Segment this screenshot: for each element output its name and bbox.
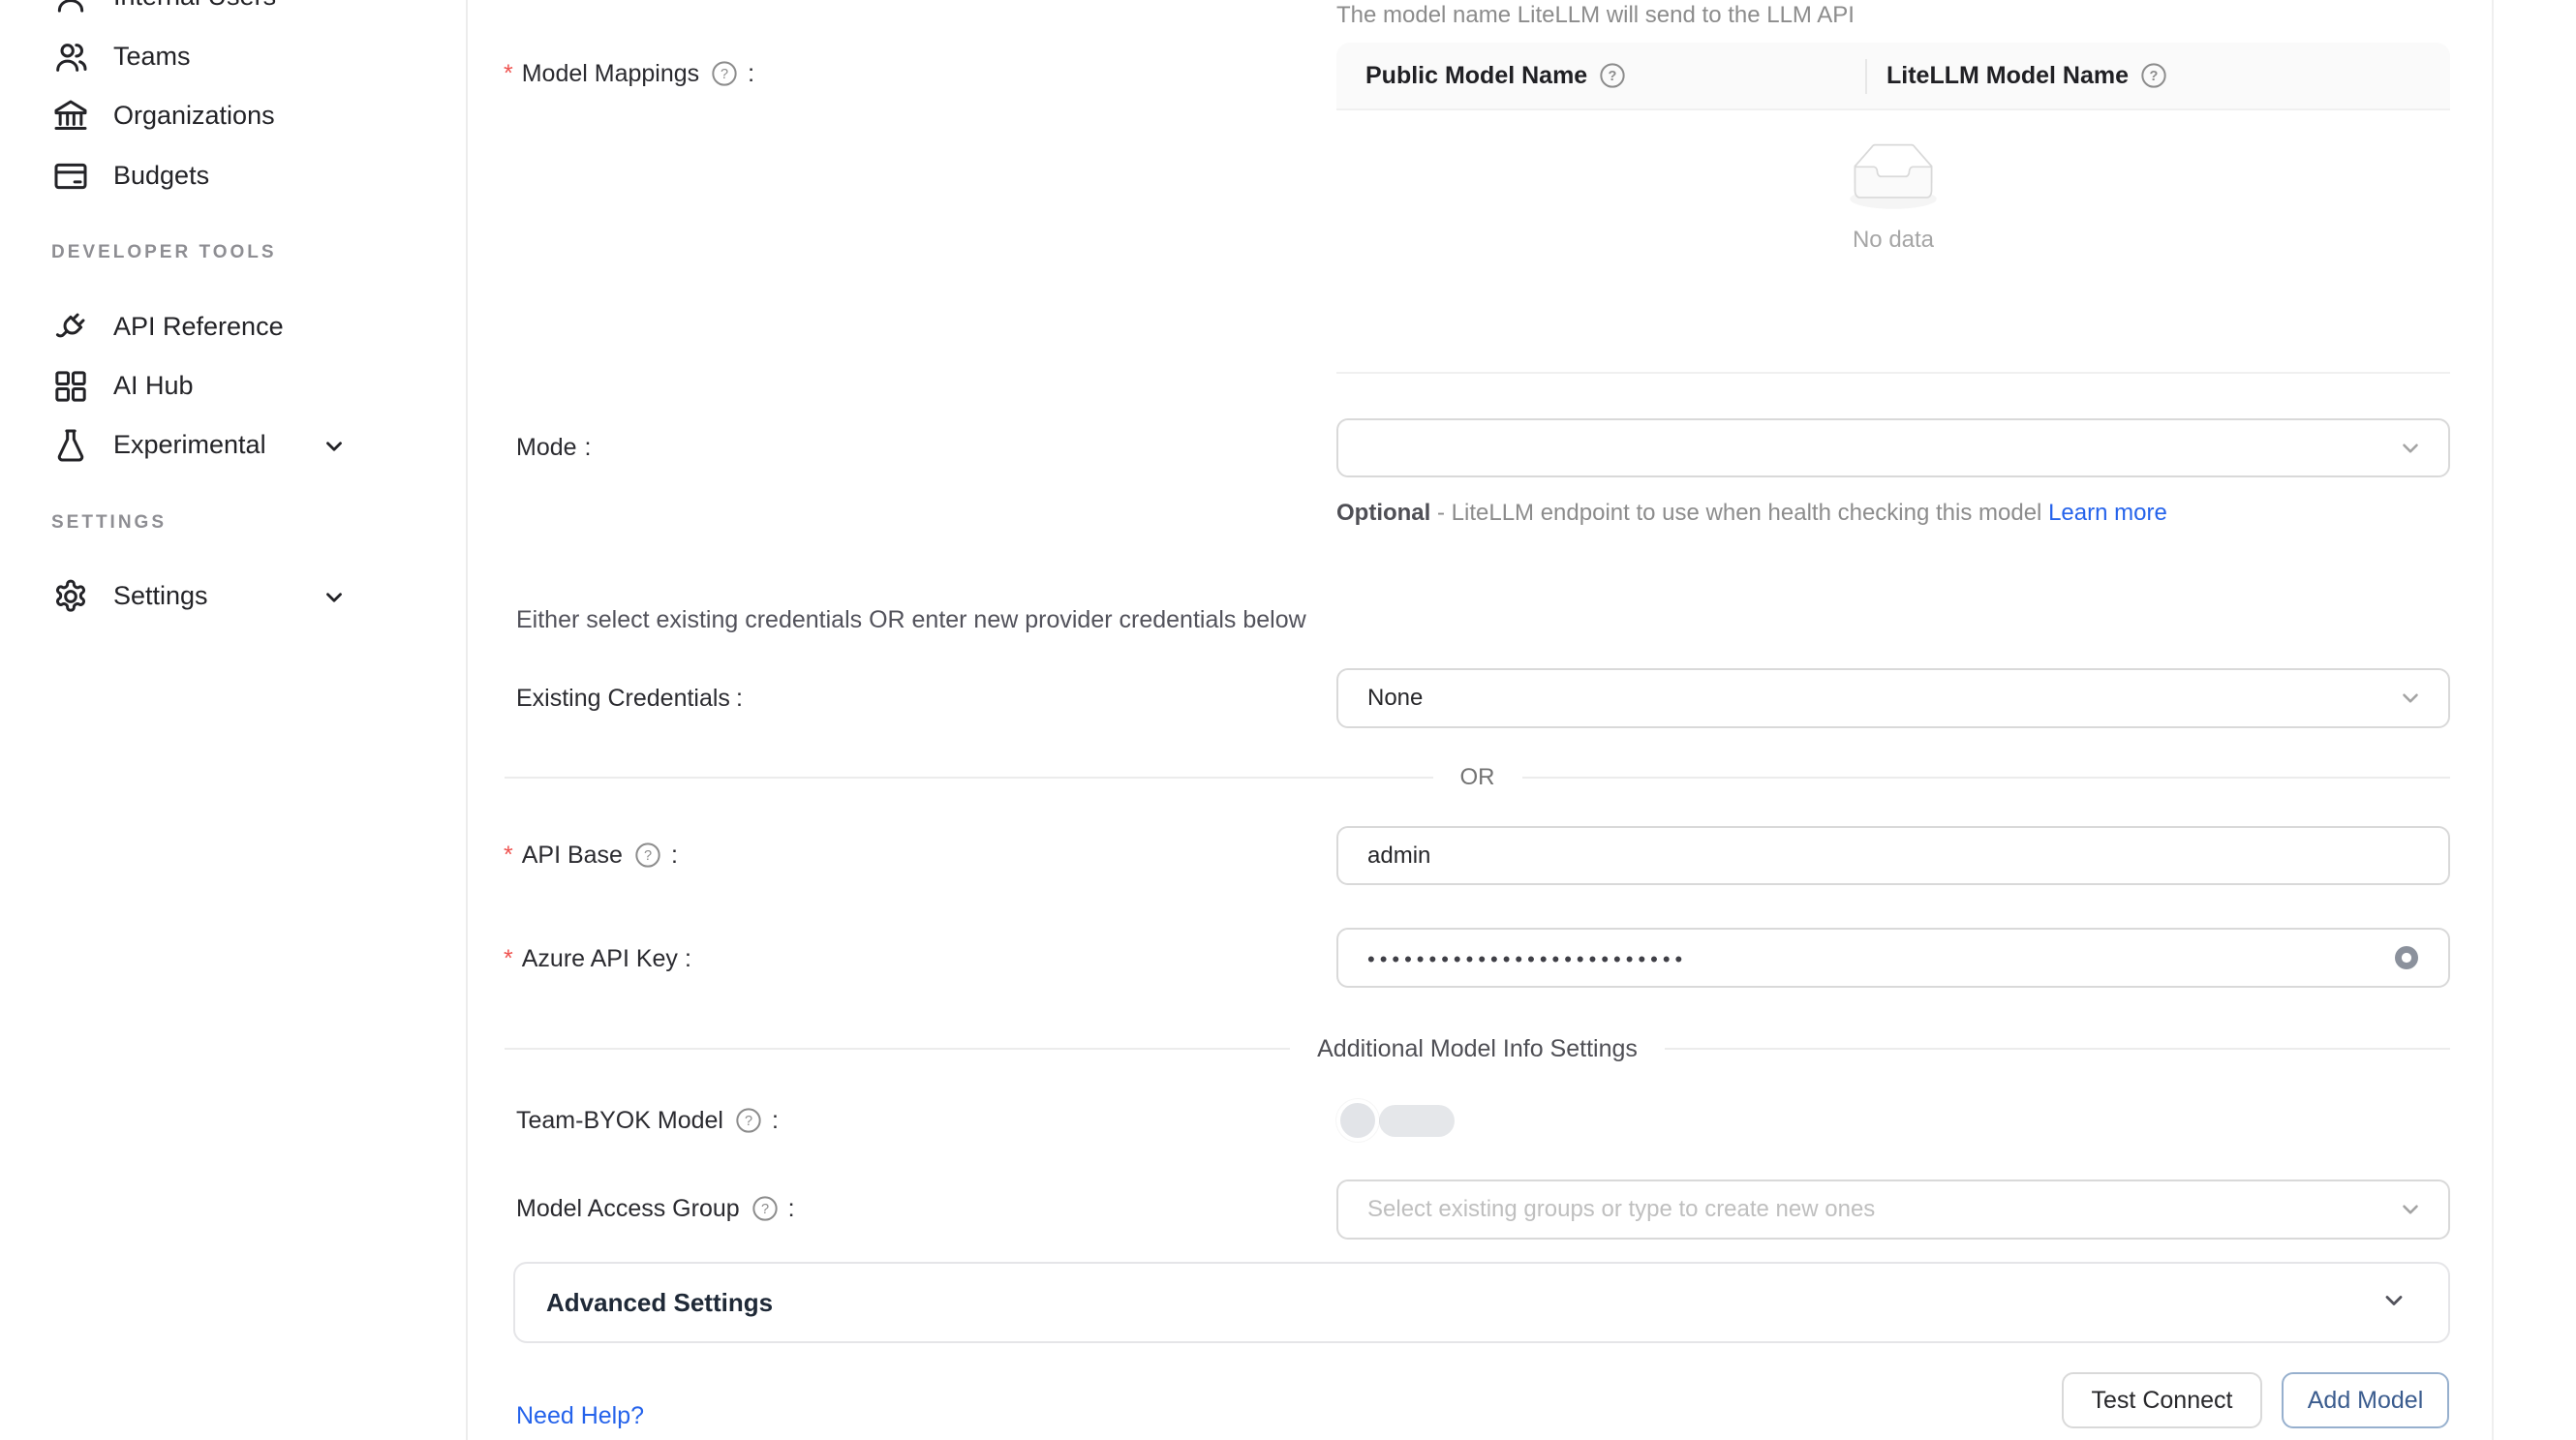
sidebar-item-internal-users[interactable]: Internal Users — [0, 0, 466, 26]
svg-text:?: ? — [644, 848, 652, 864]
api-base-input[interactable]: admin — [1336, 826, 2450, 885]
model-name-hint: The model name LiteLLM will send to the … — [1336, 2, 1855, 29]
masked-password-value: •••••••••••••••••••••••••• — [1367, 947, 1687, 972]
chevron-down-icon — [2398, 686, 2423, 718]
advanced-settings-label: Advanced Settings — [546, 1288, 773, 1318]
toggle-knob — [1336, 1099, 1379, 1142]
mode-select[interactable] — [1336, 418, 2450, 477]
svg-text:?: ? — [1609, 69, 1617, 84]
eye-icon[interactable] — [2388, 939, 2425, 976]
bank-icon — [51, 97, 90, 136]
help-circle-icon[interactable]: ? — [735, 1107, 762, 1134]
required-asterisk: * — [504, 945, 513, 973]
azure-api-key-label: * Azure API Key : — [504, 938, 691, 979]
empty-state-text: No data — [1853, 227, 1934, 254]
help-circle-icon[interactable]: ? — [2140, 62, 2167, 89]
api-base-label: * API Base ? : — [504, 835, 678, 875]
or-divider: OR — [505, 757, 2450, 798]
sidebar-item-label: Internal Users — [113, 0, 276, 12]
sidebar-item-label: API Reference — [113, 312, 284, 342]
sidebar-section-developer-tools: DEVELOPER TOOLS — [51, 242, 277, 263]
svg-text:?: ? — [761, 1202, 769, 1217]
table-empty-body: No data — [1336, 110, 2450, 374]
learn-more-link[interactable]: Learn more — [2048, 500, 2167, 526]
flask-icon — [51, 426, 90, 465]
sidebar-item-budgets[interactable]: Budgets — [0, 146, 466, 205]
empty-state: No data — [1336, 143, 2450, 254]
svg-text:?: ? — [745, 1114, 752, 1129]
sidebar-item-experimental[interactable]: Experimental — [0, 415, 466, 475]
help-circle-icon[interactable]: ? — [1599, 62, 1626, 89]
chevron-down-icon — [2398, 436, 2423, 468]
team-byok-toggle[interactable] — [1336, 1099, 1455, 1142]
chevron-down-icon — [322, 434, 347, 466]
content-right-border — [2492, 0, 2494, 1440]
sidebar-section-settings: SETTINGS — [51, 512, 167, 534]
sidebar-item-api-reference[interactable]: API Reference — [0, 297, 466, 356]
sidebar: Internal Users Teams Organizations Budge… — [0, 0, 468, 1440]
team-byok-label: Team-BYOK Model ? : — [516, 1100, 779, 1141]
add-model-form: The model name LiteLLM will send to the … — [468, 0, 2576, 1440]
chevron-down-icon — [2398, 1197, 2423, 1229]
mode-help-text: Optional - LiteLLM endpoint to use when … — [1336, 493, 2256, 533]
toggle-track — [1379, 1105, 1455, 1137]
chevron-down-icon — [322, 585, 347, 617]
column-header-public-model-name: Public Model Name ? — [1336, 43, 1865, 108]
sidebar-item-label: AI Hub — [113, 371, 194, 401]
model-mappings-label: * Model Mappings ? : — [504, 53, 754, 94]
credit-card-icon — [51, 157, 90, 196]
chevron-down-icon — [2380, 1287, 2407, 1319]
help-circle-icon[interactable]: ? — [634, 842, 661, 869]
azure-api-key-input[interactable]: •••••••••••••••••••••••••• — [1336, 928, 2450, 988]
sidebar-item-organizations[interactable]: Organizations — [0, 86, 466, 145]
sidebar-item-label: Organizations — [113, 101, 275, 131]
need-help-link[interactable]: Need Help? — [516, 1402, 644, 1430]
sidebar-item-label: Experimental — [113, 430, 266, 460]
sidebar-item-settings[interactable]: Settings — [0, 567, 466, 626]
model-access-group-label: Model Access Group ? : — [516, 1188, 795, 1229]
select-placeholder: Select existing groups or type to create… — [1367, 1196, 1875, 1223]
sidebar-item-label: Budgets — [113, 161, 209, 191]
sidebar-item-ai-hub[interactable]: AI Hub — [0, 356, 466, 415]
model-access-group-select[interactable]: Select existing groups or type to create… — [1336, 1180, 2450, 1240]
sidebar-item-label: Settings — [113, 581, 208, 611]
existing-credentials-label: Existing Credentials : — [516, 678, 743, 719]
user-icon — [51, 0, 90, 16]
test-connect-button[interactable]: Test Connect — [2062, 1372, 2262, 1428]
credentials-note: Either select existing credentials OR en… — [516, 606, 1306, 634]
svg-text:?: ? — [2150, 69, 2159, 84]
litellm-admin-page: Internal Users Teams Organizations Budge… — [0, 0, 2576, 1440]
additional-info-divider: Additional Model Info Settings — [505, 1028, 2450, 1069]
users-icon — [51, 38, 90, 77]
mode-label: Mode : — [516, 427, 592, 468]
add-model-button[interactable]: Add Model — [2282, 1372, 2449, 1428]
column-header-litellm-model-name: LiteLLM Model Name ? — [1865, 43, 2450, 108]
required-asterisk: * — [504, 842, 513, 870]
help-circle-icon[interactable]: ? — [751, 1195, 779, 1222]
svg-text:?: ? — [721, 67, 728, 82]
grid-icon — [51, 367, 90, 406]
table-header-row: Public Model Name ? LiteLLM Model Name ? — [1336, 43, 2450, 110]
required-asterisk: * — [504, 60, 513, 88]
empty-inbox-icon — [1840, 143, 1947, 213]
sidebar-item-label: Teams — [113, 42, 191, 72]
help-circle-icon[interactable]: ? — [711, 60, 738, 87]
sidebar-item-teams[interactable]: Teams — [0, 27, 466, 86]
advanced-settings-panel[interactable]: Advanced Settings — [513, 1262, 2450, 1343]
gear-icon — [51, 577, 90, 616]
model-mappings-table: Public Model Name ? LiteLLM Model Name ? — [1336, 43, 2450, 374]
plug-icon — [51, 308, 90, 347]
existing-credentials-select[interactable]: None — [1336, 668, 2450, 728]
